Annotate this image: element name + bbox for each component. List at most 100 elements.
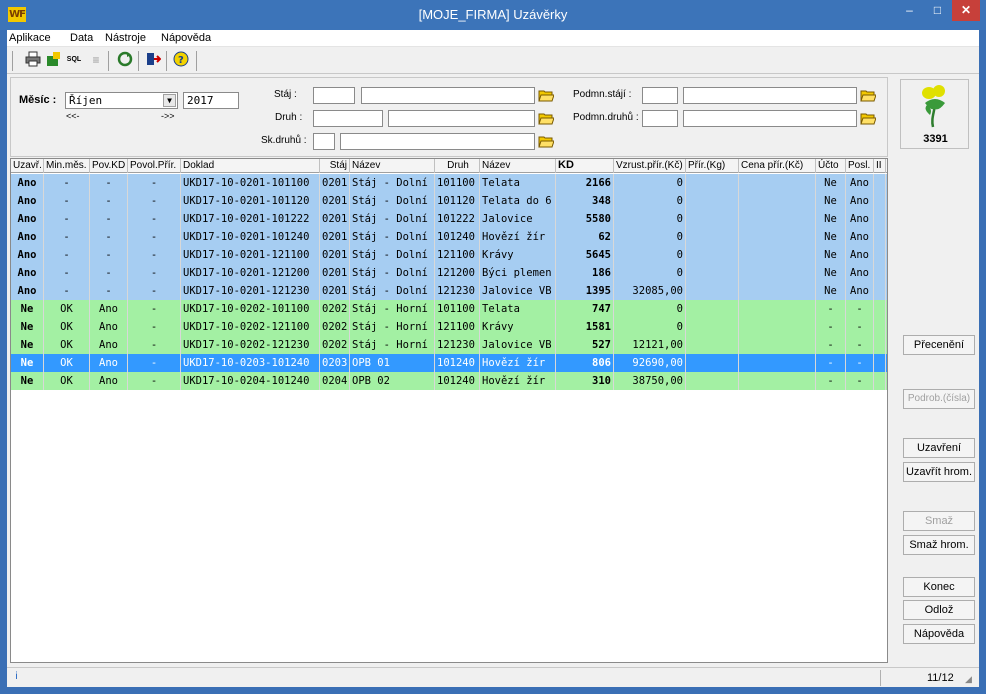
table-row[interactable]: Ano - - - UKD17-10-0201-121200 0201 Stáj - Dol… [11,264,887,282]
table-cell-min: - [44,210,90,228]
podmn-staji-name-field[interactable] [683,87,857,104]
podmn-druhu-code-field[interactable] [642,110,678,127]
maximize-button[interactable]: □ [924,0,951,21]
folder-open-icon[interactable] [538,134,555,148]
column-header[interactable]: Doklad [181,159,320,173]
column-header[interactable]: Cena přír.(Kč) [739,159,816,173]
minimize-button[interactable]: – [896,0,923,21]
column-header[interactable]: Stáj [320,159,350,173]
napoveda-button[interactable]: Nápověda [903,624,975,644]
table-row[interactable]: Ano - - - UKD17-10-0201-121230 0201 Stáj - Dol… [11,282,887,300]
table-row[interactable]: Ano - - - UKD17-10-0201-121100 0201 Stáj - Dol… [11,246,887,264]
month-select[interactable]: Říjen ▼ [65,92,178,109]
table-cell-ii [874,372,886,390]
column-header[interactable]: Pov.KD [90,159,128,173]
table-cell-uzavr: Ne [11,336,44,354]
table-cell-vzrust: 0 [614,192,686,210]
table-cell-prir [686,300,739,318]
folder-open-icon[interactable] [860,88,877,102]
table-cell-ii [874,300,886,318]
menu-bar: Aplikace Data Nástroje Nápověda [7,30,979,47]
prev-month-button[interactable]: <<- [66,111,80,121]
table-row[interactable]: Ano - - - UKD17-10-0201-101120 0201 Stáj - Dol… [11,192,887,210]
table-cell-posl: - [846,336,874,354]
podrob-cisla-button[interactable]: Podrob.(čísla) [903,389,975,409]
resize-grip-icon[interactable]: ◢ [965,674,972,685]
columns-icon[interactable]: ≡ [87,51,105,69]
preceneni-button[interactable]: Přecenění [903,335,975,355]
sk-druhu-label: Sk.druhů : [261,135,307,146]
table-cell-nazev2: Jalovice VB [480,336,556,354]
table-cell-ucto: Ne [816,282,846,300]
export-icon[interactable] [44,51,62,69]
table-cell-prir [686,246,739,264]
next-month-button[interactable]: ->> [161,111,175,121]
sql-icon[interactable]: SQL [65,51,83,69]
table-cell-prir [686,336,739,354]
exit-icon[interactable] [144,51,162,69]
column-header[interactable]: Uzavř. [11,159,44,173]
column-header[interactable]: Vzrust.přír.(Kč) [614,159,686,173]
uzavreni-button[interactable]: Uzavření [903,438,975,458]
column-header[interactable]: KD [556,159,614,173]
sk-druhu-code-field[interactable] [313,133,335,150]
table-cell-uzavr: Ne [11,318,44,336]
table-cell-ucto: - [816,354,846,372]
table-cell-min: - [44,282,90,300]
konec-button[interactable]: Konec [903,577,975,597]
column-header[interactable]: Povol.Přír. [128,159,181,173]
menu-aplikace[interactable]: Aplikace [9,32,51,44]
table-row[interactable]: Ne OK Ano - UKD17-10-0204-101240 0204 OPB 02 10… [11,372,887,390]
table-cell-cena [739,210,816,228]
column-header[interactable]: II [874,159,886,173]
help-icon[interactable]: ? [172,51,190,69]
staj-code-field[interactable] [313,87,355,104]
column-header[interactable]: Min.měs. [44,159,90,173]
table-cell-druh: 101240 [435,372,480,390]
folder-open-icon[interactable] [860,111,877,125]
table-cell-kd: 527 [556,336,614,354]
column-header[interactable]: Druh [435,159,480,173]
year-field[interactable]: 2017 [183,92,239,109]
column-header[interactable]: Přír.(Kg) [686,159,739,173]
druh-name-field[interactable] [388,110,535,127]
column-header[interactable]: Posl. [846,159,874,173]
table-row[interactable]: Ano - - - UKD17-10-0201-101240 0201 Stáj - Dol… [11,228,887,246]
refresh-icon[interactable] [116,51,134,69]
staj-name-field[interactable] [361,87,535,104]
table-cell-prir [686,210,739,228]
table-row[interactable]: Ano - - - UKD17-10-0201-101222 0201 Stáj - Dol… [11,210,887,228]
column-header[interactable]: Účto [816,159,846,173]
folder-open-icon[interactable] [538,88,555,102]
menu-napoveda[interactable]: Nápověda [161,32,211,44]
odloz-button[interactable]: Odlož [903,600,975,620]
podmn-staji-code-field[interactable] [642,87,678,104]
table-row[interactable]: Ano - - - UKD17-10-0201-101100 0201 Stáj - Dol… [11,174,887,192]
chevron-down-icon[interactable]: ▼ [163,94,176,107]
toolbar-separator [12,51,13,71]
druh-code-field[interactable] [313,110,383,127]
menu-nastroje[interactable]: Nástroje [105,32,146,44]
table-cell-kd: 806 [556,354,614,372]
smaz-hrom-button[interactable]: Smaž hrom. [903,535,975,555]
table-cell-posl: Ano [846,264,874,282]
table-cell-prir [686,192,739,210]
printer-icon[interactable] [24,51,42,69]
table-row[interactable]: Ne OK Ano - UKD17-10-0202-121230 0202 Stáj - H… [11,336,887,354]
column-header[interactable]: Název [350,159,435,173]
table-cell-povkd: Ano [90,372,128,390]
folder-open-icon[interactable] [538,111,555,125]
menu-data[interactable]: Data [70,32,93,44]
table-row[interactable]: Ne OK Ano - UKD17-10-0203-101240 0203 OPB 01 10… [11,354,887,372]
close-button[interactable]: ✕ [952,0,980,21]
table-row[interactable]: Ne OK Ano - UKD17-10-0202-121100 0202 Stáj - H… [11,318,887,336]
uzavrit-hrom-button[interactable]: Uzavřít hrom. [903,462,975,482]
toolbar-separator [108,51,109,71]
smaz-button[interactable]: Smaž [903,511,975,531]
podmn-druhu-name-field[interactable] [683,110,857,127]
column-header[interactable]: Název [480,159,556,173]
table-cell-cena [739,372,816,390]
table-row[interactable]: Ne OK Ano - UKD17-10-0202-101100 0202 Stáj - H… [11,300,887,318]
sk-druhu-name-field[interactable] [340,133,535,150]
table-cell-nazev2: Jalovice [480,210,556,228]
